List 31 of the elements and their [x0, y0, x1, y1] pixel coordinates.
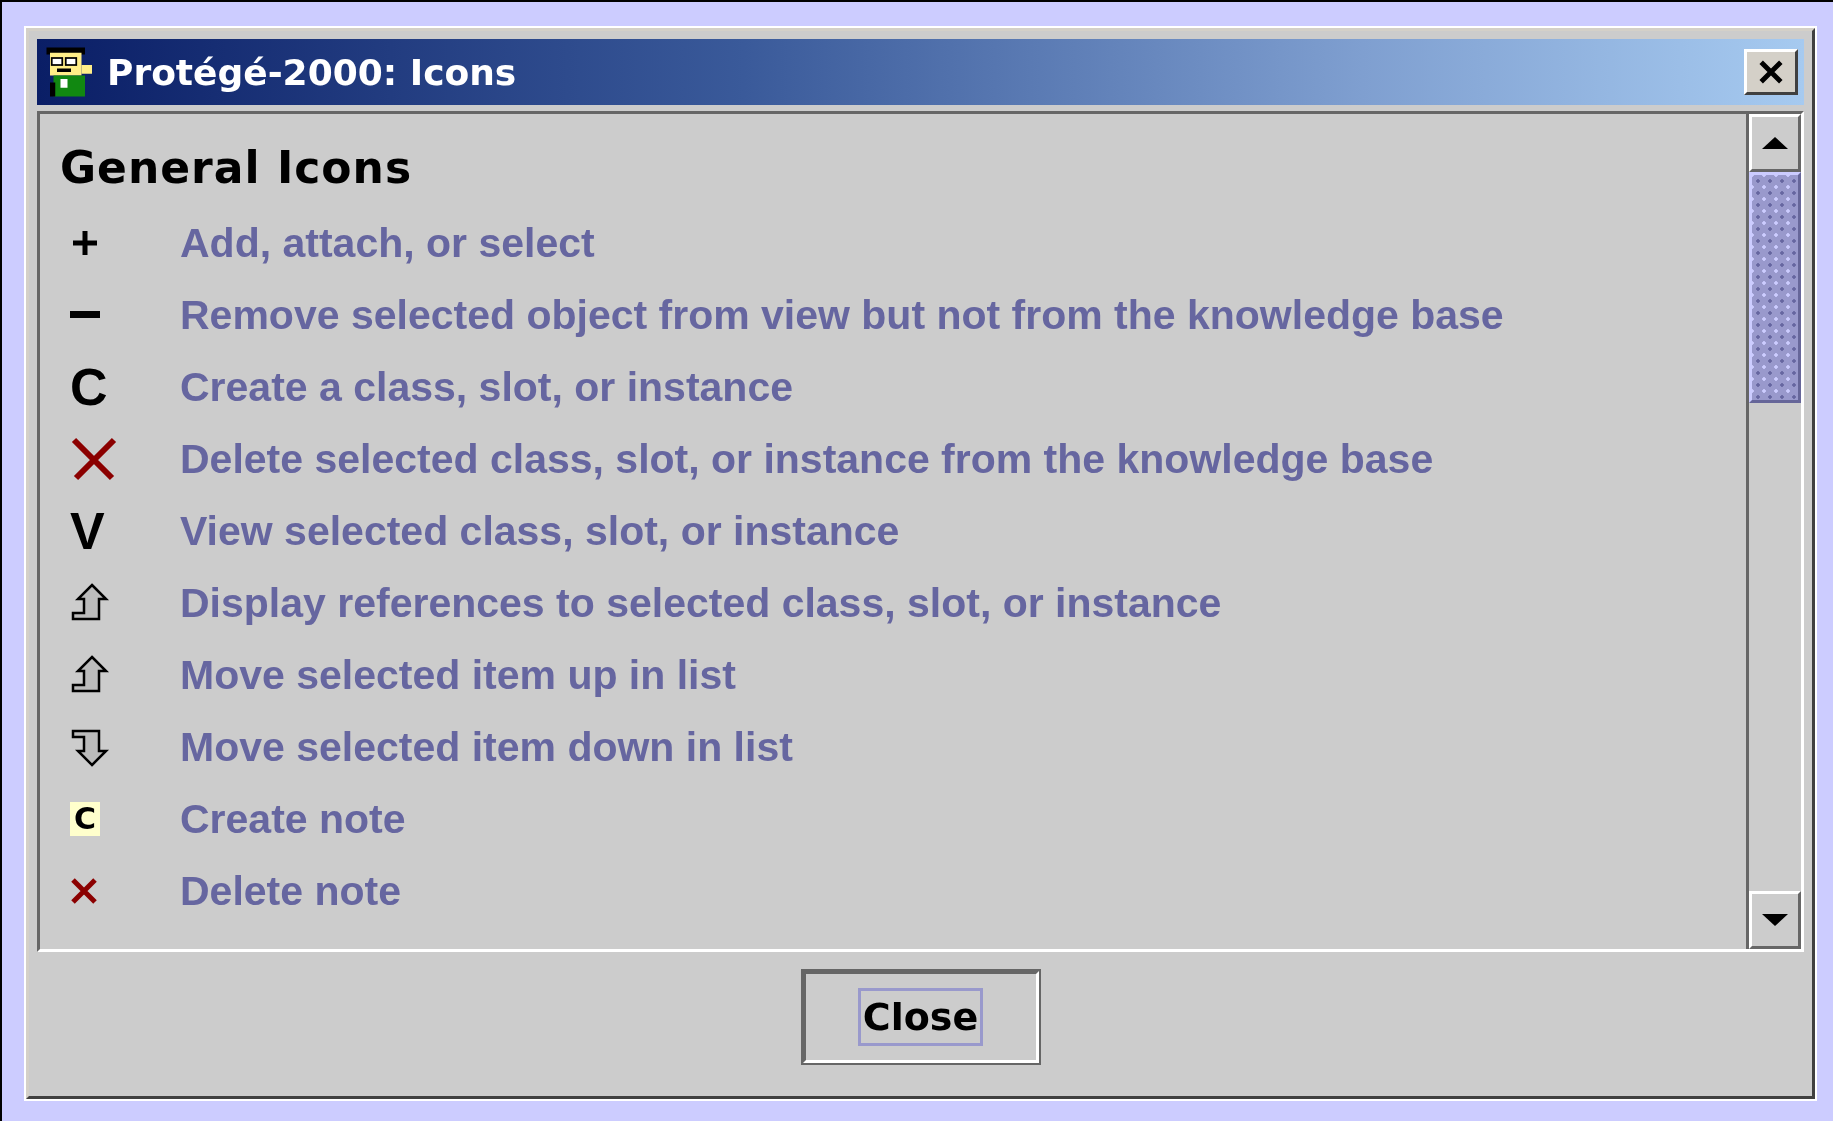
icon-description: Display references to selected class, slot, or instance	[180, 579, 1222, 627]
icon-description: Add, attach, or select	[180, 219, 595, 267]
window-title: Protégé-2000: Icons	[107, 51, 517, 93]
up-arrow-icon	[70, 655, 110, 695]
scrollbar[interactable]	[1746, 114, 1801, 949]
scroll-thumb[interactable]	[1749, 172, 1801, 403]
down-arrow-icon	[70, 727, 110, 767]
plus-icon	[70, 228, 100, 258]
down-triangle-icon	[1762, 914, 1788, 926]
icon-description: Delete selected class, slot, or instance from the knowledge base	[180, 435, 1434, 483]
icon-description: Delete note	[180, 867, 401, 915]
close-button[interactable]	[1744, 49, 1798, 95]
up-triangle-icon	[1762, 137, 1788, 149]
letter-icon: C	[70, 361, 108, 413]
close-icon	[1757, 58, 1785, 86]
icon-description: Create note	[180, 795, 406, 843]
scroll-up-button[interactable]	[1749, 114, 1801, 172]
section-heading: General Icons	[60, 142, 414, 193]
icon-description: Remove selected object from view but not from the knowledge base	[180, 291, 1504, 339]
up-arrow-icon	[70, 583, 110, 623]
icon-description: Move selected item up in list	[180, 651, 736, 699]
icon-description: Move selected item down in list	[180, 723, 793, 771]
scroll-down-button[interactable]	[1749, 891, 1801, 949]
delete-note-icon	[70, 877, 98, 905]
delete-icon	[70, 436, 118, 482]
note-icon: C	[70, 802, 101, 836]
close-dialog-button[interactable]: Close	[802, 971, 1039, 1063]
icon-description: Create a class, slot, or instance	[180, 363, 793, 411]
letter-icon: V	[70, 505, 105, 557]
minus-icon	[70, 311, 100, 319]
icon-description: View selected class, slot, or instance	[180, 507, 900, 555]
